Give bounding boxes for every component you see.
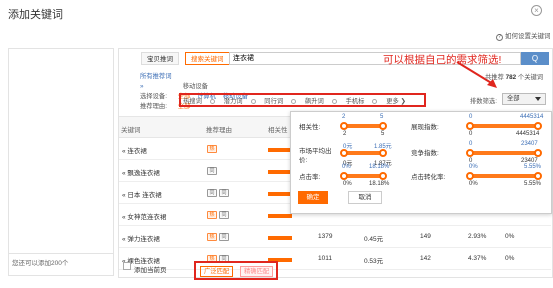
relevance-bar [268, 170, 292, 174]
dialog-title: 添加关键词 [8, 9, 63, 21]
col-relevance[interactable]: 相关性 [268, 124, 288, 134]
help-link[interactable]: ? 如何设置关键词 [496, 30, 551, 41]
sort-select[interactable]: 全部 [502, 93, 546, 105]
competition-label: 竞争指数: [411, 150, 439, 157]
cvr-slider[interactable] [470, 174, 538, 178]
relevance-slider[interactable] [344, 124, 383, 128]
metric-cell: 1011 [318, 255, 332, 262]
impressions-min-handle[interactable] [466, 122, 474, 130]
metric-cell: 0% [505, 233, 515, 240]
reason-label: 推荐理由: [140, 103, 167, 110]
keyword-cell[interactable]: « 弹力连衣裙 [122, 233, 160, 243]
impressions-max-handle[interactable] [534, 122, 542, 130]
competition-max-handle[interactable] [534, 149, 542, 157]
ctr-max-handle[interactable] [379, 172, 387, 180]
metric-cell: 1379 [318, 233, 333, 240]
reason-tag: 同 [207, 189, 217, 197]
col-reason[interactable]: 推荐理由 [206, 124, 232, 134]
add-current-page[interactable]: 添加当前页 [134, 264, 167, 274]
metric-cell: 149 [420, 233, 431, 240]
cvr-label: 点击转化率: [411, 174, 446, 181]
exact-match-button[interactable]: 精确匹配 [240, 266, 274, 277]
broad-match-button[interactable]: 广泛匹配 [200, 266, 234, 277]
col-keyword[interactable]: 关键词 [121, 124, 141, 134]
metric-cell: 0% [505, 255, 515, 262]
cvr-max-handle[interactable] [534, 172, 542, 180]
reason-mobile[interactable]: 手机标 [346, 98, 378, 105]
metric-cell: 2.93% [468, 233, 487, 240]
relevance-min-handle[interactable] [340, 122, 348, 130]
reason-tags: 热 [207, 145, 219, 153]
reason-tags: 同 [207, 167, 219, 175]
reason-tags: 热同 [207, 233, 231, 241]
row-divider [119, 269, 551, 270]
keyword-cell[interactable]: « 女神范连衣裙 [122, 211, 166, 221]
cancel-button[interactable]: 取消 [348, 191, 382, 204]
competition-slider[interactable] [470, 151, 538, 155]
tab-item-recommend[interactable]: 宝贝推词 [141, 52, 179, 65]
reason-tag: 热 [207, 233, 217, 241]
help-icon: ? [496, 34, 503, 41]
reason-potential[interactable]: 潜力词 [224, 98, 256, 105]
reason-more[interactable]: 更多 ❯ [386, 98, 406, 105]
keyword-cell[interactable]: « 连衣裙 [122, 145, 147, 155]
relevance-bar [268, 148, 292, 152]
keyword-cell[interactable]: « 飘逸连衣裙 [122, 167, 160, 177]
avg-price-slider[interactable] [344, 151, 383, 155]
relevance-max-handle[interactable] [379, 122, 387, 130]
metric-cell: 142 [420, 255, 431, 262]
reason-tag: 同 [219, 233, 229, 241]
total-count: 共推荐 782 个关键词 [485, 74, 544, 81]
keyword-cell[interactable]: « 日本 连衣裙 [122, 189, 162, 199]
help-link-label: 如何设置关键词 [505, 33, 551, 40]
reason-peer[interactable]: 同行词 [264, 98, 297, 105]
select-page-checkbox[interactable] [123, 262, 131, 270]
row-divider [119, 225, 551, 226]
ctr-slider[interactable] [344, 174, 383, 178]
impressions-slider[interactable] [470, 124, 538, 128]
reason-options: 热搜词 潜力词 同行词 飙升词 手机标 更多 ❯ [183, 96, 413, 105]
reason-tag: 同 [207, 167, 217, 175]
relevance-bar [268, 214, 292, 218]
close-icon[interactable]: × [531, 5, 542, 16]
device-label: 选择设备: [140, 93, 167, 100]
avg-price-max-handle[interactable] [379, 149, 387, 157]
cvr-min-handle[interactable] [466, 172, 474, 180]
row-divider [119, 247, 551, 248]
chevron-down-icon [535, 97, 541, 101]
selected-keywords-panel [8, 48, 114, 276]
reason-rising[interactable]: 飙升词 [305, 98, 337, 105]
all-recommend-link[interactable]: 所有推荐词 » [140, 72, 176, 92]
competition-min-handle[interactable] [466, 149, 474, 157]
metric-cell: 4.37% [468, 255, 487, 262]
relevance-label: 相关性: [299, 124, 321, 131]
search-icon: Q [531, 54, 539, 63]
metric-cell: 0.53元 [364, 258, 384, 265]
tab-search-keyword[interactable]: 搜索关键词 [185, 52, 230, 65]
reason-tags: 热同 [207, 211, 231, 219]
all-recommend-value: 移动设备 [182, 83, 208, 90]
relevance-bar [268, 236, 292, 240]
reason-tag: 同 [219, 189, 229, 197]
avg-price-label: 市场平均出价: [299, 148, 332, 164]
ctr-label: 点击率: [299, 174, 321, 181]
remaining-count: 您还可以添加200个 [8, 253, 114, 267]
metric-cell: 0.45元 [364, 236, 384, 243]
total-number: 782 [505, 74, 517, 81]
reason-tag: 热 [207, 145, 217, 153]
ctr-min-handle[interactable] [340, 172, 348, 180]
reason-tag: 同 [219, 211, 229, 219]
reason-tags: 同同 [207, 189, 231, 197]
confirm-button[interactable]: 确定 [298, 191, 328, 204]
sort-label: 排数筛选: [470, 98, 497, 105]
reason-tag: 热 [207, 211, 217, 219]
relevance-bar [268, 192, 292, 196]
impressions-label: 展现指数: [411, 124, 439, 131]
avg-price-min-handle[interactable] [340, 149, 348, 157]
reason-hot[interactable]: 热搜词 [183, 98, 215, 105]
search-button[interactable]: Q [521, 52, 549, 65]
